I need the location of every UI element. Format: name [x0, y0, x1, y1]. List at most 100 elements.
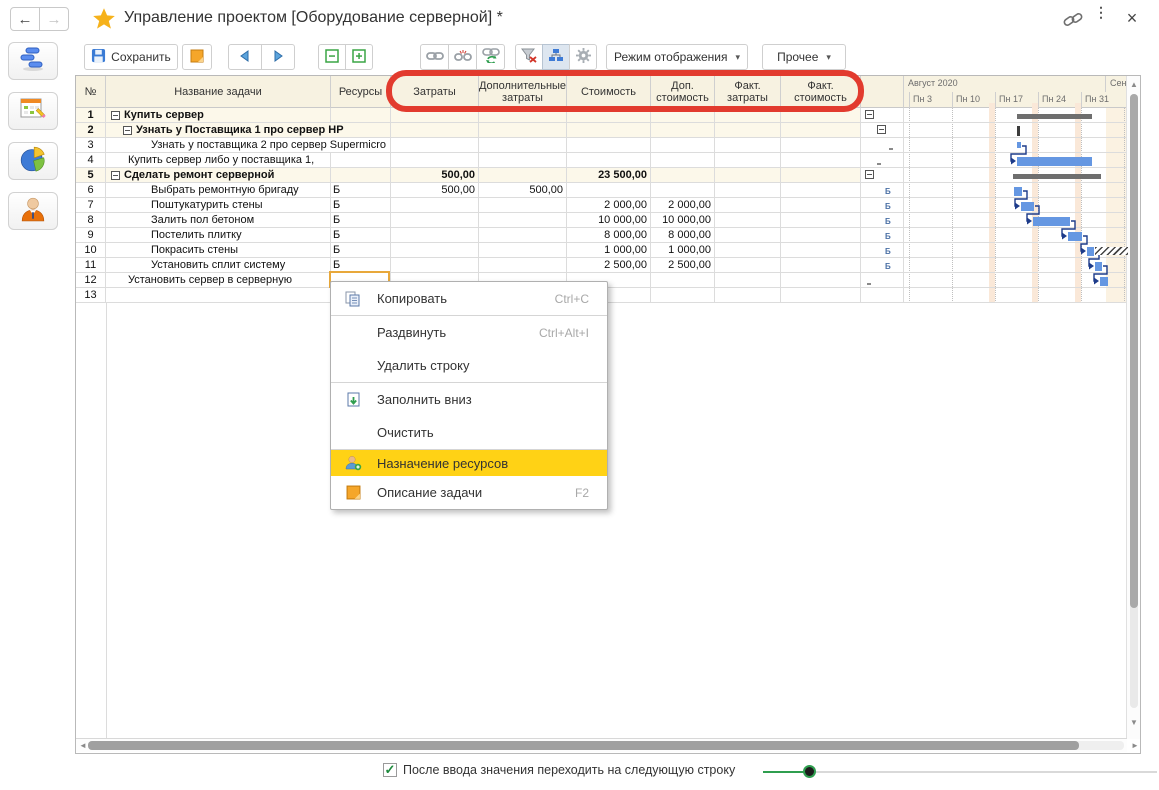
- cell-cost[interactable]: [391, 243, 479, 257]
- cell-addprice[interactable]: [651, 153, 715, 167]
- cell-factprice[interactable]: [781, 228, 861, 242]
- column-header-addprice[interactable]: Доп. стоимость: [651, 76, 715, 108]
- row-number[interactable]: 4: [76, 153, 106, 167]
- cell-res[interactable]: Б: [331, 243, 391, 257]
- forward-button[interactable]: →: [39, 7, 69, 31]
- cell-factcost[interactable]: [715, 243, 781, 257]
- row-number[interactable]: 7: [76, 198, 106, 212]
- menu-item-9[interactable]: Описание задачиF2: [331, 476, 607, 509]
- cell-task-name[interactable]: [106, 288, 331, 302]
- expand-button[interactable]: [345, 44, 373, 70]
- clear-filter-button[interactable]: [515, 44, 543, 70]
- cell-price[interactable]: 23 500,00: [567, 168, 651, 182]
- row-number[interactable]: 8: [76, 213, 106, 227]
- favorite-star-icon[interactable]: [92, 7, 116, 31]
- cell-factprice[interactable]: [781, 123, 861, 137]
- cell-factprice[interactable]: [781, 273, 861, 287]
- cell-factcost[interactable]: [715, 153, 781, 167]
- cell-addcost[interactable]: [479, 123, 567, 137]
- settings-gear-button[interactable]: [569, 44, 597, 70]
- row-number[interactable]: 3: [76, 138, 106, 152]
- column-header-factcost[interactable]: Факт. затраты: [715, 76, 781, 108]
- gantt-bar-task-row4[interactable]: [1017, 157, 1092, 166]
- cell-addprice[interactable]: [651, 138, 715, 152]
- close-icon[interactable]: ×: [1122, 8, 1142, 28]
- cell-task-name[interactable]: Постелить плитку: [106, 228, 331, 242]
- cell-factprice[interactable]: [781, 183, 861, 197]
- column-header-addcost[interactable]: Дополнительные затраты: [479, 76, 567, 108]
- refresh-links-button[interactable]: [476, 44, 505, 70]
- cell-cost[interactable]: [391, 258, 479, 272]
- collapse-box-icon[interactable]: [111, 111, 120, 120]
- scroll-down-icon[interactable]: ▼: [1129, 718, 1139, 728]
- link-icon[interactable]: [1062, 10, 1084, 30]
- cell-factcost[interactable]: [715, 228, 781, 242]
- cell-task-name[interactable]: Залить пол бетоном: [106, 213, 331, 227]
- task-description-button[interactable]: [182, 44, 212, 70]
- cell-addprice[interactable]: 8 000,00: [651, 228, 715, 242]
- cell-task-name[interactable]: Купить сервер либо у поставщика 1,: [106, 153, 331, 167]
- collapse-button[interactable]: [318, 44, 346, 70]
- structure-view-button[interactable]: [542, 44, 570, 70]
- back-button[interactable]: ←: [10, 7, 40, 31]
- cell-addcost[interactable]: [479, 243, 567, 257]
- menu-item-2[interactable]: РаздвинутьCtrl+Alt+I: [331, 316, 607, 349]
- cell-res[interactable]: Б: [331, 258, 391, 272]
- cell-factprice[interactable]: [781, 138, 861, 152]
- menu-item-8[interactable]: Назначение ресурсов: [331, 450, 607, 476]
- column-header-num[interactable]: №: [76, 76, 106, 108]
- cell-factprice[interactable]: [781, 213, 861, 227]
- cell-task-name[interactable]: Узнать у Поставщика 1 про сервер HP: [106, 123, 331, 137]
- row-number[interactable]: 1: [76, 108, 106, 122]
- cell-addcost[interactable]: [479, 198, 567, 212]
- horizontal-scrollbar[interactable]: ◄ ►: [76, 738, 1127, 752]
- sidebar-item-reports[interactable]: [8, 142, 58, 180]
- cell-addcost[interactable]: 500,00: [479, 183, 567, 197]
- column-header-price[interactable]: Стоимость: [567, 76, 651, 108]
- cell-factcost[interactable]: [715, 168, 781, 182]
- scroll-left-icon[interactable]: ◄: [78, 740, 88, 752]
- cell-price[interactable]: 10 000,00: [567, 213, 651, 227]
- cell-factcost[interactable]: [715, 213, 781, 227]
- cell-task-name[interactable]: Покрасить стены: [106, 243, 331, 257]
- gantt-bar-task-row7[interactable]: [1021, 202, 1034, 211]
- unlink-tasks-button[interactable]: [448, 44, 477, 70]
- gantt-bar-task-row12[interactable]: [1100, 277, 1108, 286]
- gantt-bar-task-row10[interactable]: [1087, 247, 1094, 256]
- menu-item-5[interactable]: Заполнить вниз: [331, 383, 607, 416]
- move-right-button[interactable]: [261, 44, 295, 70]
- row-number[interactable]: 6: [76, 183, 106, 197]
- cell-task-name[interactable]: Выбрать ремонтную бригаду: [106, 183, 331, 197]
- cell-factprice[interactable]: [781, 198, 861, 212]
- scroll-up-icon[interactable]: ▲: [1129, 80, 1139, 90]
- column-header-name[interactable]: Название задачи: [106, 76, 331, 108]
- cell-factprice[interactable]: [781, 258, 861, 272]
- cell-task-name[interactable]: Поштукатурить стены: [106, 198, 331, 212]
- menu-item-0[interactable]: КопироватьCtrl+C: [331, 282, 607, 315]
- next-row-checkbox[interactable]: ✓: [383, 763, 397, 777]
- cell-price[interactable]: [567, 138, 651, 152]
- cell-price[interactable]: [567, 153, 651, 167]
- cell-cost[interactable]: [391, 213, 479, 227]
- cell-factcost[interactable]: [715, 198, 781, 212]
- scroll-right-icon[interactable]: ►: [1130, 740, 1140, 752]
- row-number[interactable]: 2: [76, 123, 106, 137]
- more-actions-button[interactable]: Прочее ▾: [762, 44, 846, 70]
- sidebar-item-calendar[interactable]: [8, 92, 58, 130]
- cell-factcost[interactable]: [715, 288, 781, 302]
- cell-addprice[interactable]: 1 000,00: [651, 243, 715, 257]
- cell-cost[interactable]: [391, 123, 479, 137]
- cell-res[interactable]: Б: [331, 228, 391, 242]
- sidebar-item-gantt[interactable]: [8, 42, 58, 80]
- cell-cost[interactable]: [391, 198, 479, 212]
- cell-res[interactable]: [331, 168, 391, 182]
- cell-cost[interactable]: [391, 153, 479, 167]
- sidebar-item-resources[interactable]: [8, 192, 58, 230]
- cell-price[interactable]: [567, 183, 651, 197]
- menu-item-3[interactable]: Удалить строку: [331, 349, 607, 382]
- cell-factcost[interactable]: [715, 123, 781, 137]
- cell-addcost[interactable]: [479, 138, 567, 152]
- cell-addprice[interactable]: [651, 123, 715, 137]
- cell-task-name[interactable]: Установить сплит систему: [106, 258, 331, 272]
- cell-factcost[interactable]: [715, 258, 781, 272]
